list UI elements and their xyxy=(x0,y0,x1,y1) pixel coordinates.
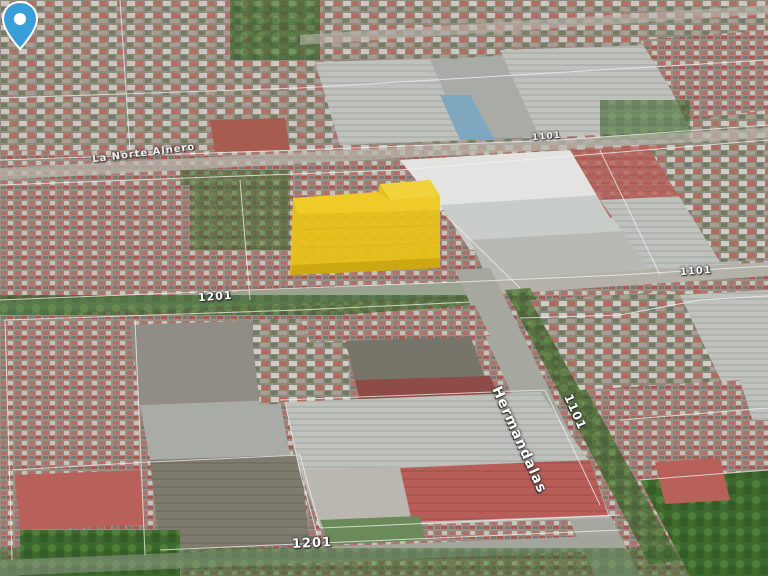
street-label-mid-right: 1101 xyxy=(679,264,713,279)
street-label-mid-left: 1201 xyxy=(197,288,234,305)
map-view[interactable]: La Norte Alnero 1101 1201 1101 Hermandal… xyxy=(0,0,768,576)
location-pin-icon[interactable] xyxy=(0,0,40,52)
satellite-imagery xyxy=(0,0,768,576)
street-label-bottom: 1201 xyxy=(291,534,333,553)
